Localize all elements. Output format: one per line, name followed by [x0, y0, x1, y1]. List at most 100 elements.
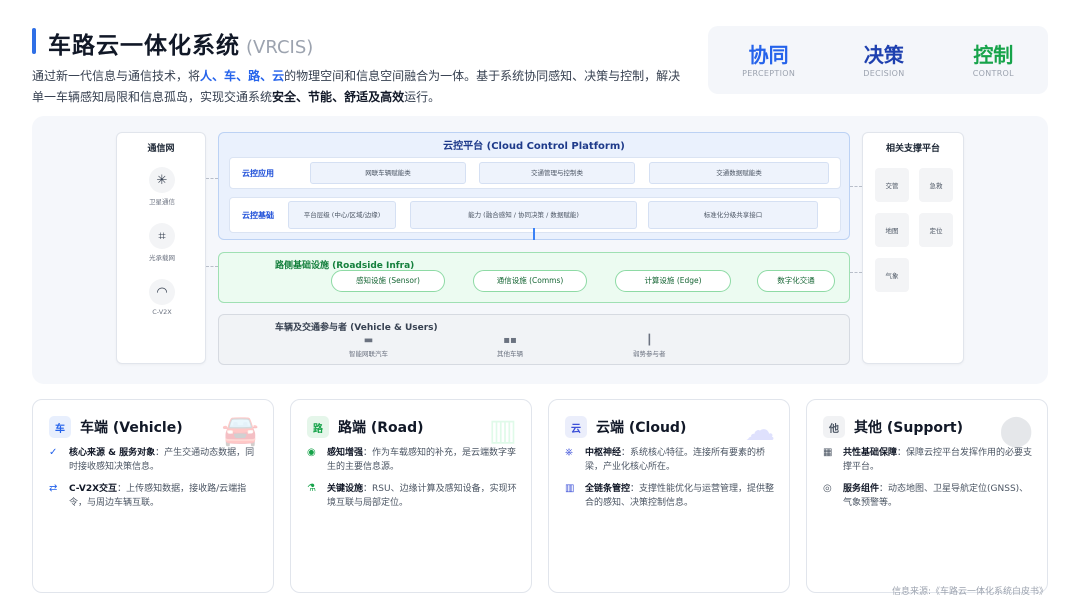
building-icon: ▦ [823, 447, 833, 458]
card-item: ⎈ 中枢神经：系统核心特征。连接所有要素的桥梁，产业化核心所在。 [565, 446, 779, 474]
connector-dashed [850, 186, 862, 187]
card-item: ✓ 核心来源 & 服务对象：产生交通动态数据，同时接收感知决策信息。 [49, 446, 263, 474]
vehicle-item: ▬ 智能网联汽车 [349, 335, 388, 358]
pillar-en: PERCEPTION [742, 68, 796, 78]
architecture-diagram: 通信网 ✳ 卫星通信 ⌗ 光承载网 ◠ C-V2X 云控平台 (Cloud Co… [32, 116, 1048, 384]
cloud-platform-title: 云控平台 (Cloud Control Platform) [443, 141, 625, 152]
card-title: 其他 (Support) [854, 420, 963, 436]
network-column: 通信网 ✳ 卫星通信 ⌗ 光承载网 ◠ C-V2X [116, 132, 206, 364]
card-item-bold: 中枢神经 [585, 448, 622, 458]
roadside-item: 感知设施 (Sensor) [331, 270, 445, 292]
intro-keyword: 云 [272, 69, 285, 83]
intro-keyword: 人 [200, 69, 213, 83]
pillar-perception: 协同 PERCEPTION [742, 43, 795, 78]
vehicle-layer: 车辆及交通参与者 (Vehicle & Users) ▬ 智能网联汽车 ▪▪ 其… [218, 314, 850, 365]
card-badge: 路 [307, 416, 329, 438]
pedestrian-icon: ┃ [646, 335, 653, 346]
pillar-cn: 决策 [863, 42, 904, 67]
network-item-cv2x: ◠ C-V2X [117, 279, 207, 316]
intro-sep: 、 [332, 90, 345, 104]
pillar-control: 控制 CONTROL [973, 43, 1014, 78]
connected-car-icon: ▬ [363, 335, 374, 346]
intro-goal: 舒适及高效 [344, 90, 405, 104]
cloud-base-label: 云控基础 [242, 211, 274, 220]
cloud-base-item: 能力 (融合感知 / 协同决策 / 数据赋能) [410, 201, 637, 229]
wireless-icon: ◠ [149, 279, 175, 305]
intro-part: 运行。 [404, 90, 441, 104]
fiber-network-icon: ⌗ [149, 223, 175, 249]
intro-sep: 、 [236, 69, 249, 83]
support-title: 相关支撑平台 [885, 144, 940, 154]
cloud-base-item: 标准化分级共享接口 [648, 201, 818, 229]
title-cn: 车路云一体化系统 [48, 33, 240, 59]
intro-sep: 、 [212, 69, 225, 83]
cloud-app-item: 网联车辆赋能类 [310, 162, 466, 184]
intro-goal: 节能 [308, 90, 333, 104]
pillar-cn: 控制 [973, 42, 1014, 67]
roadside-item: 数字化交通 [757, 270, 835, 292]
vehicle-item-label: 弱势参与者 [633, 350, 666, 358]
roadside-layer: 路侧基础设施 (Roadside Infra) 感知设施 (Sensor) 通信… [218, 252, 850, 303]
roadside-item: 计算设施 (Edge) [615, 270, 731, 292]
card-item-bold: C-V2X交互 [69, 484, 118, 494]
pillar-cn: 协同 [748, 42, 789, 67]
cloud-base-item: 平台层级 (中心/区域/边缘) [288, 201, 396, 229]
card-item-bold: 核心来源 & 服务对象 [69, 448, 156, 458]
cloud-app-row: 云控应用 网联车辆赋能类 交通管理与控制类 交通数据赋能类 [229, 157, 841, 189]
intro-part: 通过新一代信息与通信技术，将 [32, 69, 201, 83]
network-item-label: 光承载网 [149, 254, 175, 262]
support-item: 气象 [875, 258, 909, 292]
compass-icon: ◎ [823, 483, 832, 494]
roadside-item: 通信设施 (Comms) [473, 270, 587, 292]
pillars-panel: 协同 PERCEPTION 决策 DECISION 控制 CONTROL [708, 26, 1048, 94]
map-pin-icon: ⬤ [999, 413, 1033, 448]
intro-keyword: 路 [248, 69, 261, 83]
cloud-app-item: 交通数据赋能类 [649, 162, 829, 184]
card-item: ⚗ 关键设施：RSU、边缘计算及感知设备，实现环境互联与局部定位。 [307, 482, 521, 510]
network-item-fiber: ⌗ 光承载网 [117, 223, 207, 262]
network-item-satellite: ✳ 卫星通信 [117, 167, 207, 206]
card-item-bold: 全链条管控 [585, 484, 631, 494]
source-note: 信息来源:《车路云一体化系统白皮书》 [891, 587, 1048, 597]
card-item: ⇄ C-V2X交互：上传感知数据，接收路/云端指令，与周边车辆互联。 [49, 482, 263, 510]
card-item: ▥ 全链条管控：支撑性能优化与运营管理，提供整合的感知、决策控制信息。 [565, 482, 779, 510]
intro-sep: 、 [296, 90, 309, 104]
card-badge: 车 [49, 416, 71, 438]
connector-dashed [206, 266, 218, 267]
card-cloud: 云 云端 (Cloud) ☁ ⎈ 中枢神经：系统核心特征。连接所有要素的桥梁，产… [548, 399, 790, 593]
card-badge: 云 [565, 416, 587, 438]
support-item: 交管 [875, 168, 909, 202]
cloud-platform-layer: 云控平台 (Cloud Control Platform) 云控应用 网联车辆赋… [218, 132, 850, 240]
card-title: 云端 (Cloud) [596, 420, 687, 436]
intro-goal: 安全 [272, 90, 297, 104]
title-accent-bar [32, 28, 36, 54]
support-item: 急救 [919, 168, 953, 202]
check-circle-icon: ✓ [49, 447, 58, 458]
intro-keyword: 车 [224, 69, 237, 83]
card-item: ◎ 服务组件：动态地图、卫星导航定位(GNSS)、气象预警等。 [823, 482, 1037, 510]
card-item-bold: 共性基础保障 [843, 448, 898, 458]
cloud-base-row: 云控基础 平台层级 (中心/区域/边缘) 能力 (融合感知 / 协同决策 / 数… [229, 197, 841, 233]
pillar-en: CONTROL [972, 68, 1014, 78]
card-item: ▦ 共性基础保障：保障云控平台发挥作用的必要支撑平台。 [823, 446, 1037, 474]
vehicle-title: 车辆及交通参与者 (Vehicle & Users) [275, 323, 438, 333]
title-en: (VRCIS) [246, 37, 314, 58]
card-item: ◉ 感知增强：作为车载感知的补充，是云端数字孪生的主要信息源。 [307, 446, 521, 474]
card-road: 路 路端 (Road) ▥ ◉ 感知增强：作为车载感知的补充，是云端数字孪生的主… [290, 399, 532, 593]
card-item-bold: 关键设施 [327, 484, 364, 494]
vehicle-item: ┃ 弱势参与者 [633, 335, 666, 358]
card-title: 车端 (Vehicle) [80, 420, 183, 436]
connector-dashed [850, 272, 862, 273]
support-item: 地图 [875, 213, 909, 247]
cloud-app-item: 交通管理与控制类 [479, 162, 635, 184]
satellite-icon: ✳ [149, 167, 175, 193]
card-vehicle: 车 车端 (Vehicle) 🚘 ✓ 核心来源 & 服务对象：产生交通动态数据，… [32, 399, 274, 593]
pillar-en: DECISION [863, 68, 905, 78]
other-vehicle-icon: ▪▪ [503, 335, 517, 346]
card-item-bold: 服务组件 [843, 484, 880, 494]
network-item-label: 卫星通信 [149, 198, 175, 206]
exchange-icon: ⇄ [49, 483, 58, 494]
vehicle-item-label: 其他车辆 [497, 350, 523, 358]
network-title: 通信网 [147, 144, 175, 154]
eye-icon: ◉ [307, 447, 316, 458]
